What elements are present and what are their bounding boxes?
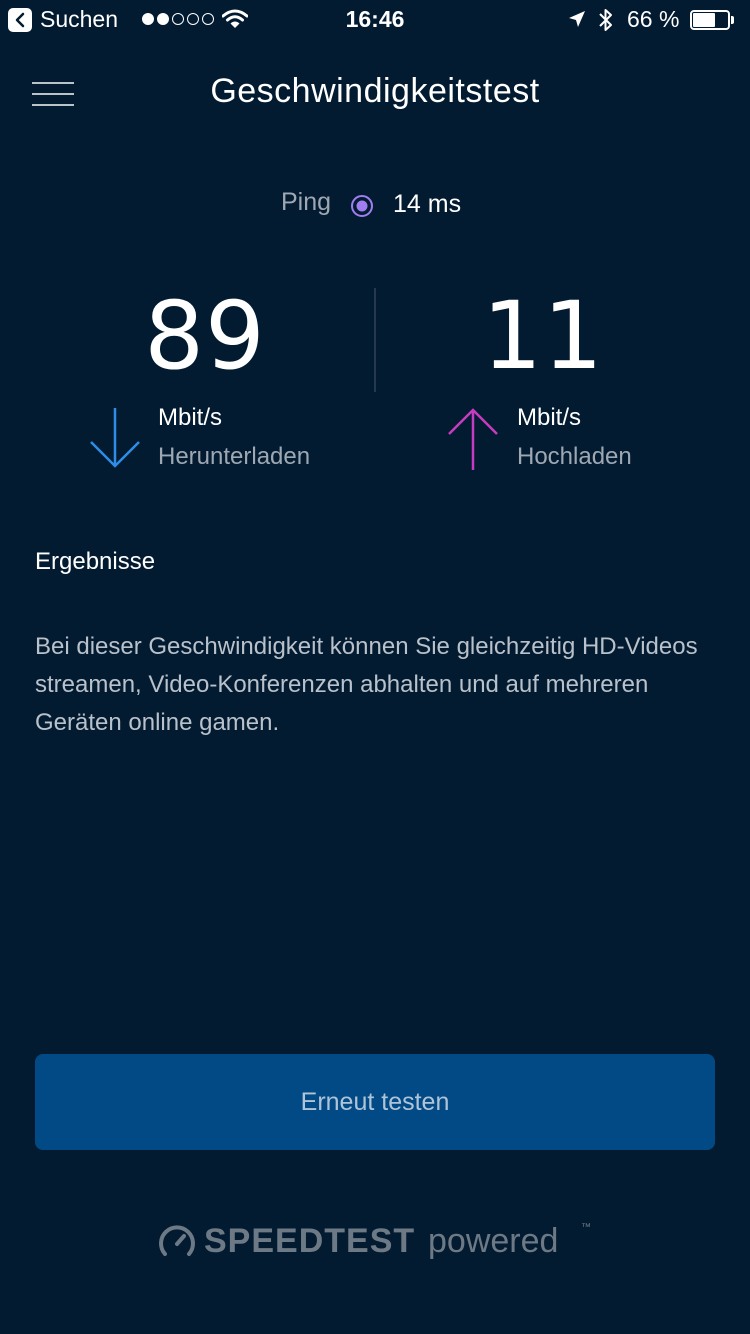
bluetooth-icon [599,9,612,31]
upload-unit: Mbit/s [517,404,582,431]
trademark-mark: ™ [581,1222,591,1233]
powered-label: powered [428,1222,559,1260]
speed-divider [374,288,376,392]
status-bar: Suchen 16:46 66 % [0,0,750,40]
ping-value: 14 ms [393,190,462,218]
battery-icon [690,10,734,30]
upload-speed-value: 11 [482,282,604,391]
page-title: Geschwindigkeitstest [210,72,540,110]
location-arrow-icon [569,11,585,27]
retest-button[interactable]: Erneut testen [35,1054,715,1150]
ping-label: Ping [281,188,332,216]
results-description: Bei dieser Geschwindigkeit können Sie gl… [35,633,698,736]
ping-dot-icon [351,195,373,217]
battery-percentage: 66 % [627,6,680,32]
upload-label: Hochladen [517,443,632,470]
results-heading: Ergebnisse [35,548,156,575]
speedometer-icon [159,1225,195,1256]
download-label: Herunterladen [158,443,311,470]
ping-row: Ping 14 ms [0,186,750,226]
arrow-up-icon [448,408,498,470]
speedtest-brand: SPEEDTEST [204,1222,416,1260]
arrow-down-icon [90,408,140,468]
download-speed-value: 89 [144,282,266,391]
speedtest-footer: SPEEDTEST powered ™ [0,1218,750,1268]
download-unit: Mbit/s [158,404,223,431]
